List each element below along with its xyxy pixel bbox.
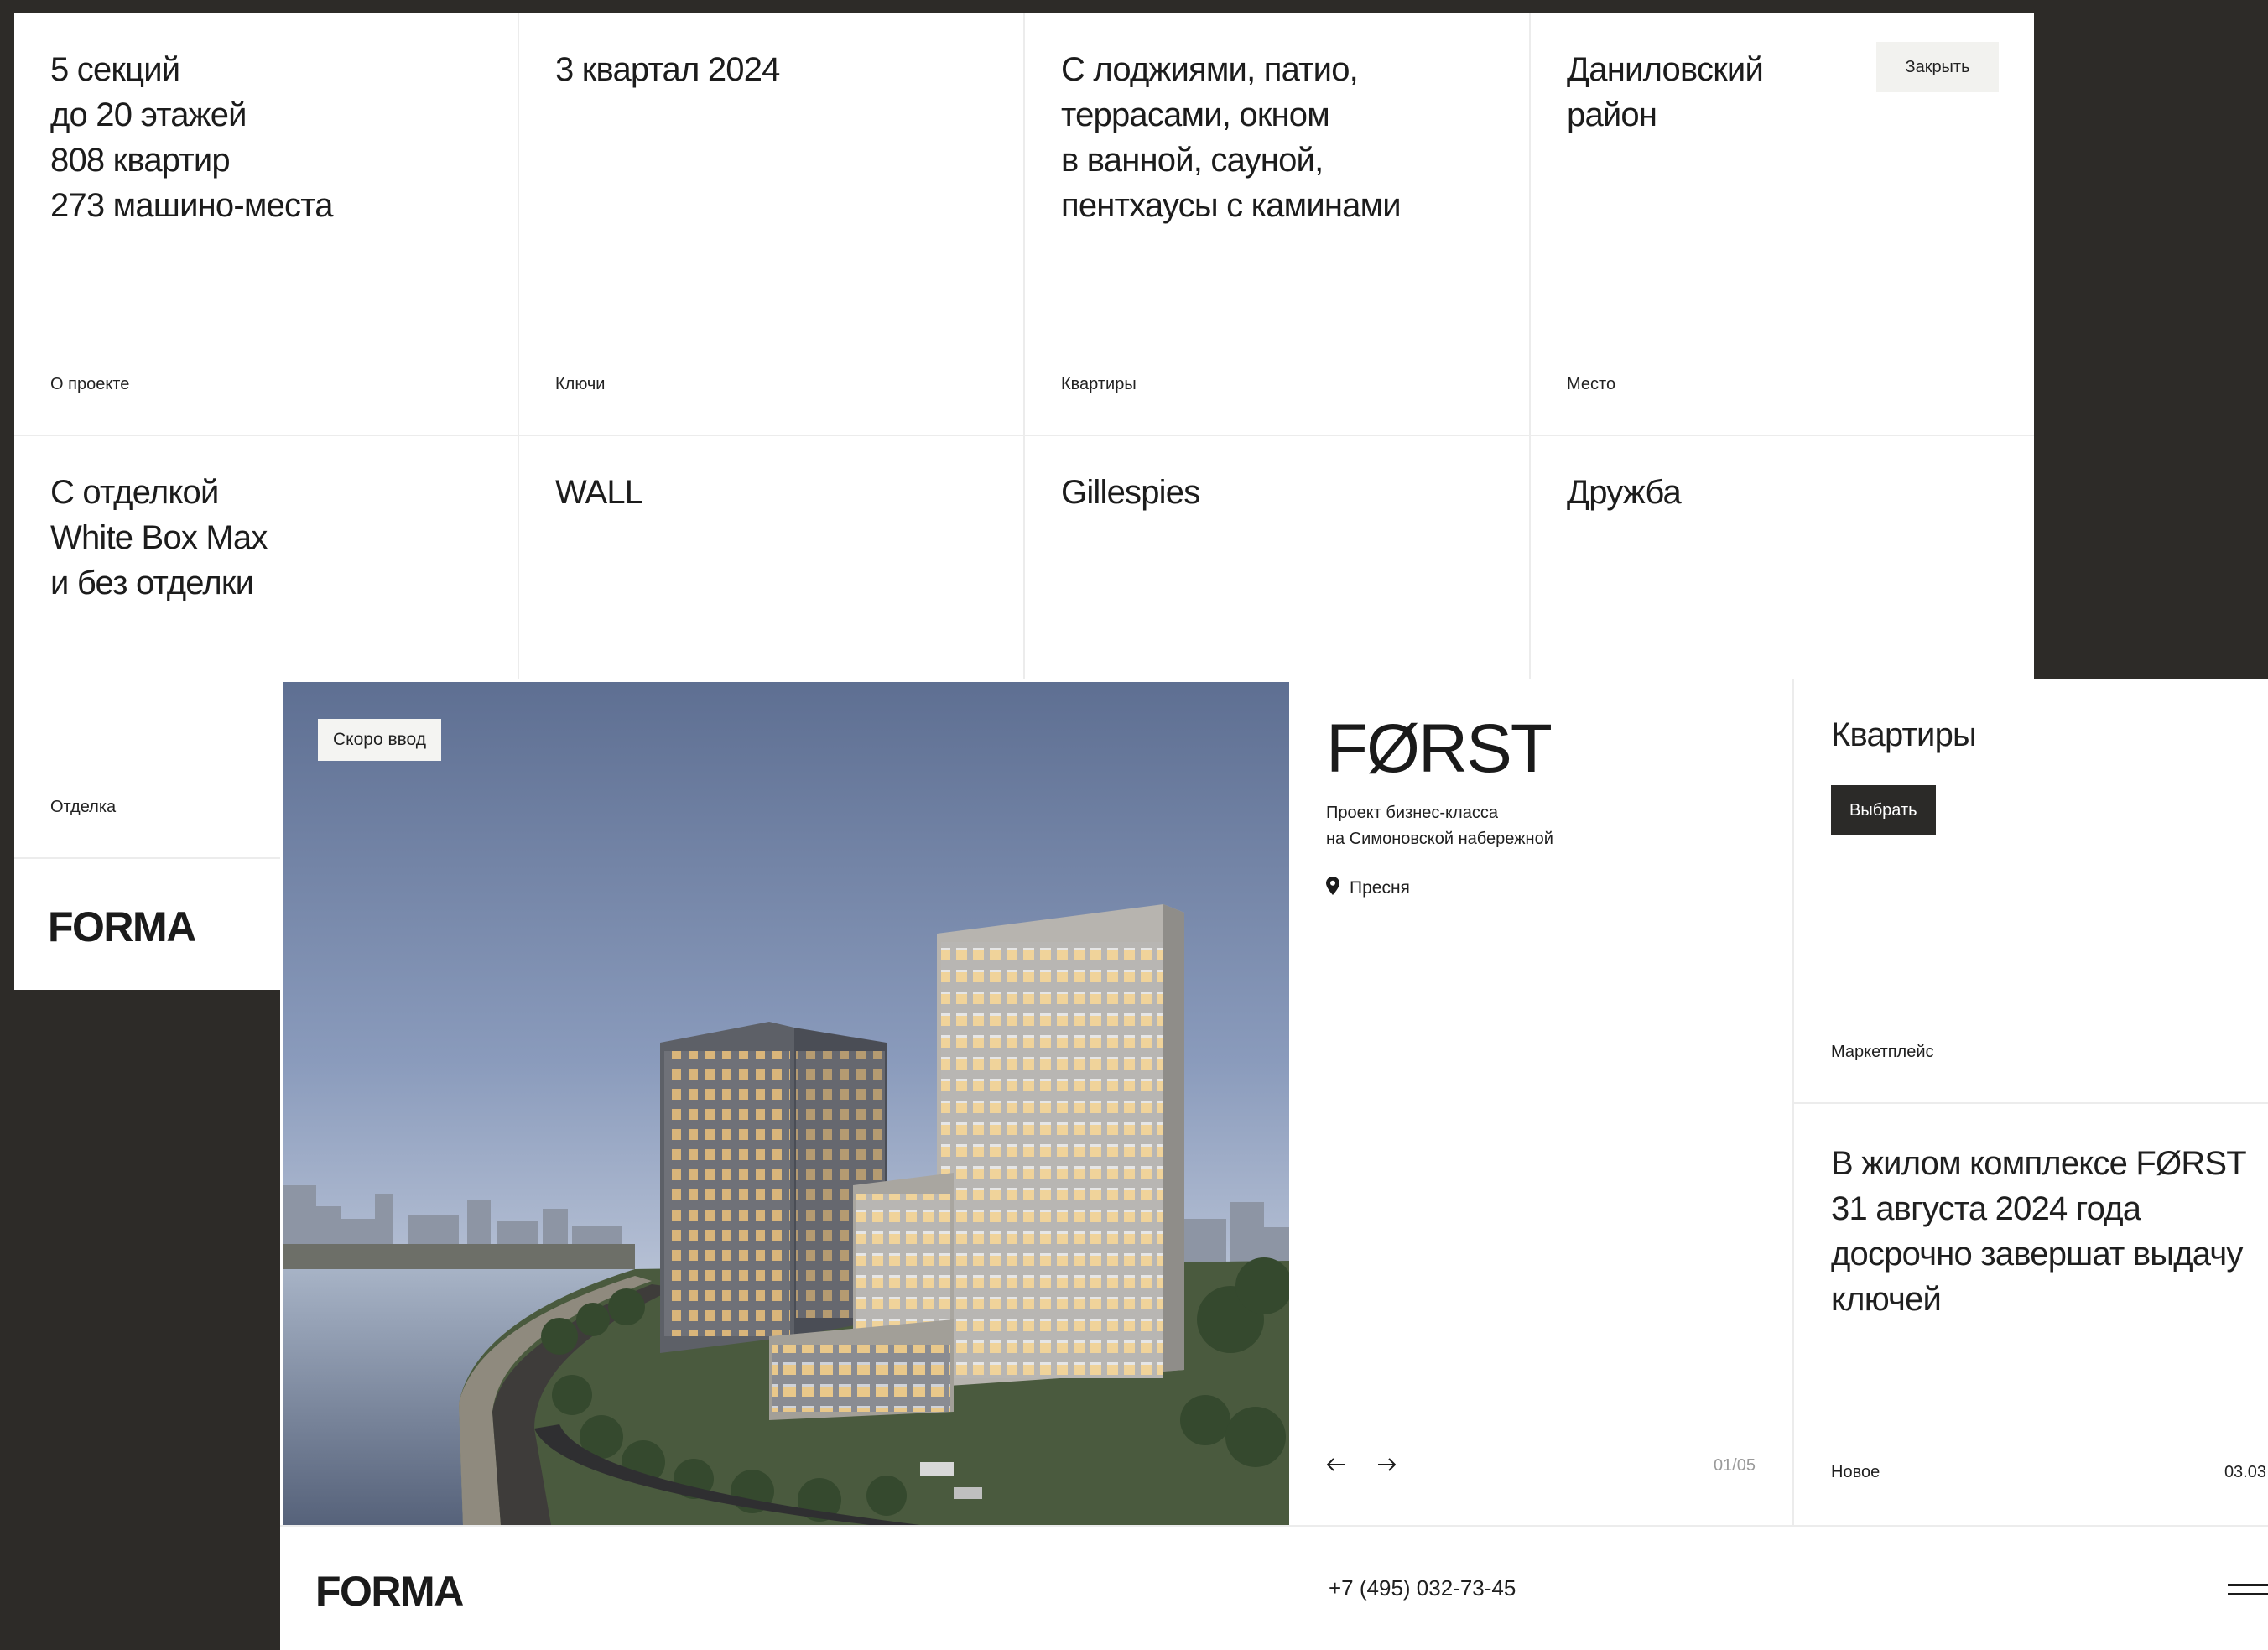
logo[interactable]: FORMA — [48, 903, 196, 951]
project-info: FØRST Проект бизнес-класса на Симоновско… — [1289, 679, 1794, 1525]
choose-apartment-button[interactable]: Выбрать — [1831, 785, 1936, 835]
slide-counter: 01/05 — [1713, 1456, 1756, 1475]
phone-link[interactable]: +7 (495) 032-73-45 — [1329, 1575, 1516, 1601]
arrow-right-icon[interactable] — [1371, 1450, 1402, 1480]
detail-label: О проекте — [50, 375, 130, 393]
detail-label: Ключи — [555, 375, 606, 393]
detail-value: С отделкой White Box Max и без отделки — [50, 474, 268, 601]
side-column: Квартиры Выбрать Маркетплейс В жилом ком… — [1794, 679, 2268, 1525]
detail-cell-keys: 3 квартал 2024 Ключи — [519, 13, 1025, 436]
detail-value: WALL — [555, 474, 643, 511]
arrow-left-icon[interactable] — [1321, 1450, 1351, 1480]
detail-label: Отделка — [50, 798, 117, 816]
slider-controls — [1321, 1450, 1402, 1480]
detail-label: Место — [1567, 375, 1616, 393]
detail-cell-location: Даниловский район Место Закрыть — [1531, 13, 2034, 436]
project-subtitle: Проект бизнес-класса на Симоновской набе… — [1326, 804, 1553, 848]
menu-icon[interactable] — [2228, 1580, 2268, 1601]
news-block[interactable]: В жилом комплексе FØRST 31 августа 2024 … — [1794, 1104, 2268, 1525]
detail-value: Gillespies — [1061, 474, 1200, 511]
coming-soon-badge: Скоро ввод — [318, 719, 442, 761]
project-location: Пресня — [1326, 877, 1410, 900]
project-card-panel: Скоро ввод FØRST Проект бизнес-класса на… — [280, 679, 2268, 1650]
location-label: Пресня — [1350, 878, 1410, 898]
project-logo: FØRST — [1326, 710, 1553, 787]
logo[interactable]: FORMA — [315, 1567, 464, 1616]
apartments-block: Квартиры Выбрать Маркетплейс — [1794, 679, 2268, 1104]
news-tag: Новое — [1831, 1463, 1880, 1481]
map-pin-icon — [1326, 877, 1339, 900]
detail-value: Дружба — [1567, 474, 1682, 511]
close-button[interactable]: Закрыть — [1876, 42, 1999, 92]
building-render-illustration — [283, 682, 1289, 1525]
detail-cell-about: 5 секций до 20 этажей 808 квартир 273 ма… — [14, 13, 519, 436]
project-hero-image[interactable]: Скоро ввод — [283, 682, 1289, 1525]
detail-value: С лоджиями, патио, террасами, окном в ва… — [1061, 51, 1402, 224]
apartments-heading: Квартиры — [1831, 716, 1977, 753]
detail-value: 5 секций до 20 этажей 808 квартир 273 ма… — [50, 51, 334, 224]
news-date: 03.03 — [2224, 1463, 2266, 1481]
detail-value: 3 квартал 2024 — [555, 51, 780, 88]
site-footer: FORMA +7 (495) 032-73-45 — [280, 1525, 2268, 1650]
detail-label: Квартиры — [1061, 375, 1137, 393]
marketplace-label: Маркетплейс — [1831, 1043, 1934, 1061]
detail-cell-apartments: С лоджиями, патио, террасами, окном в ва… — [1025, 13, 1531, 436]
news-text[interactable]: В жилом комплексе FØRST 31 августа 2024 … — [1831, 1141, 2250, 1322]
